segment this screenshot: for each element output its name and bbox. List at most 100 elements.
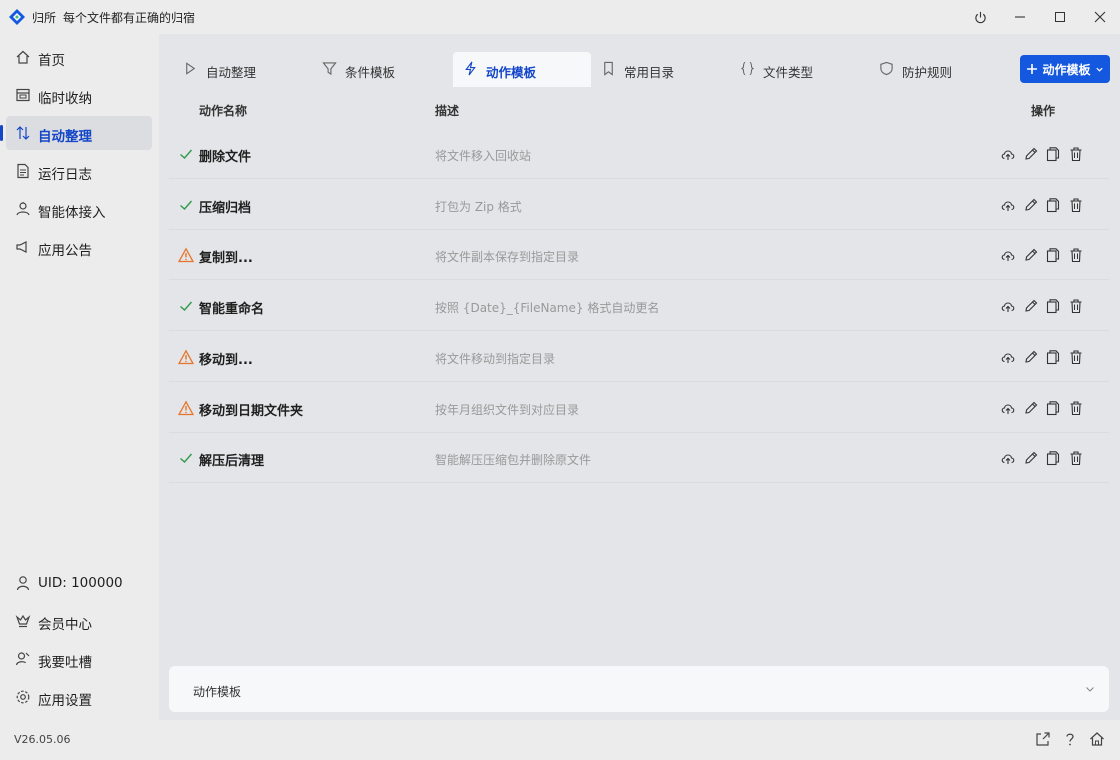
sidebar: 首页 临时收纳 自动整理 运行日志 智能体接入 应用公告 UID: 100000…: [0, 34, 158, 720]
action-description: 智能解压压缩包并删除原文件: [435, 453, 592, 468]
upload-icon[interactable]: [1000, 197, 1016, 213]
table-row[interactable]: 解压后清理 智能解压压缩包并删除原文件: [169, 433, 1109, 484]
tab-label: 文件类型: [763, 65, 814, 80]
edit-icon[interactable]: [1023, 400, 1039, 416]
braces-icon: [740, 61, 755, 76]
sidebar-item-settings[interactable]: 应用设置: [6, 680, 152, 714]
maximize-button[interactable]: [1040, 0, 1080, 34]
sort-icon: [16, 126, 30, 140]
tab-protection-rules[interactable]: 防护规则: [869, 52, 1009, 87]
check-icon: [178, 450, 194, 466]
action-name: 智能重命名: [199, 302, 265, 318]
sidebar-item-label: 运行日志: [38, 167, 92, 183]
table-row[interactable]: 压缩归档 打包为 Zip 格式: [169, 180, 1109, 230]
trash-icon[interactable]: [1068, 450, 1084, 466]
settings-icon: [16, 690, 30, 704]
action-template-panel[interactable]: 动作模板: [169, 666, 1109, 712]
tab-auto-organize[interactable]: 自动整理: [173, 52, 313, 87]
add-button-label: 动作模板: [1042, 62, 1091, 77]
user-icon: [16, 576, 30, 591]
check-icon: [178, 146, 194, 162]
feedback-icon: [15, 652, 30, 666]
trash-icon[interactable]: [1068, 146, 1084, 162]
sidebar-item-logs[interactable]: 运行日志: [6, 154, 152, 188]
sidebar-item-announce[interactable]: 应用公告: [6, 230, 152, 264]
power-icon: [974, 11, 986, 23]
tab-condition-templates[interactable]: 条件模板: [312, 52, 452, 87]
inbox-icon: [16, 88, 30, 102]
edit-icon[interactable]: [1023, 349, 1039, 365]
sidebar-item-uid[interactable]: UID: 100000: [6, 566, 152, 600]
close-button[interactable]: [1080, 0, 1120, 34]
sidebar-item-home[interactable]: 首页: [6, 40, 152, 74]
upload-icon[interactable]: [1000, 146, 1016, 162]
edit-icon[interactable]: [1023, 298, 1039, 314]
tab-action-templates[interactable]: 动作模板: [453, 52, 591, 87]
tab-label: 常用目录: [624, 65, 675, 80]
tab-label: 条件模板: [345, 65, 396, 80]
copy-icon[interactable]: [1045, 298, 1061, 314]
app-logo-icon: [8, 8, 26, 26]
panel-label: 动作模板: [193, 685, 242, 699]
minimize-button[interactable]: [1000, 0, 1040, 34]
plus-icon: [1027, 64, 1038, 74]
upload-icon[interactable]: [1000, 349, 1016, 365]
trash-icon[interactable]: [1068, 197, 1084, 213]
table-row[interactable]: 移动到日期文件夹 按年月组织文件到对应目录: [169, 383, 1109, 433]
trash-icon[interactable]: [1068, 400, 1084, 416]
edit-icon[interactable]: [1023, 450, 1039, 466]
share-icon[interactable]: [1034, 730, 1052, 748]
add-action-template-button[interactable]: 动作模板: [1020, 55, 1110, 83]
shield-icon: [880, 61, 893, 76]
bolt-icon: [465, 61, 476, 76]
tab-common-folders[interactable]: 常用目录: [591, 52, 731, 87]
upload-icon[interactable]: [1000, 400, 1016, 416]
maximize-icon: [1055, 12, 1065, 22]
edit-icon[interactable]: [1023, 247, 1039, 263]
agent-icon: [16, 202, 30, 216]
table-row[interactable]: 复制到... 将文件副本保存到指定目录: [169, 230, 1109, 281]
announce-icon: [16, 241, 27, 253]
power-button[interactable]: [960, 0, 1000, 34]
copy-icon[interactable]: [1045, 450, 1061, 466]
table-row[interactable]: 删除文件 将文件移入回收站: [169, 129, 1109, 179]
table-row[interactable]: 移动到... 将文件移动到指定目录: [169, 332, 1109, 382]
tab-file-types[interactable]: 文件类型: [730, 52, 870, 87]
table-row[interactable]: 智能重命名 按照 {Date}_{FileName} 格式自动更名: [169, 281, 1109, 332]
upload-icon[interactable]: [1000, 298, 1016, 314]
copy-icon[interactable]: [1045, 197, 1061, 213]
copy-icon[interactable]: [1045, 146, 1061, 162]
filter-icon: [322, 62, 337, 76]
action-name: 移动到...: [199, 352, 253, 368]
action-description: 按照 {Date}_{FileName} 格式自动更名: [435, 301, 660, 316]
home-icon: [16, 50, 30, 64]
sidebar-item-membership[interactable]: 会员中心: [6, 604, 152, 638]
crown-icon: [15, 614, 31, 628]
trash-icon[interactable]: [1068, 349, 1084, 365]
home-icon[interactable]: [1088, 730, 1106, 748]
copy-icon[interactable]: [1045, 400, 1061, 416]
action-description: 将文件移动到指定目录: [435, 351, 556, 366]
action-description: 打包为 Zip 格式: [435, 199, 522, 214]
action-name: 移动到日期文件夹: [199, 403, 304, 419]
trash-icon[interactable]: [1068, 298, 1084, 314]
sidebar-item-feedback[interactable]: 我要吐槽: [6, 642, 152, 676]
sidebar-item-agent[interactable]: 智能体接入: [6, 192, 152, 226]
copy-icon[interactable]: [1045, 349, 1061, 365]
sidebar-item-label: 智能体接入: [38, 205, 106, 221]
copy-icon[interactable]: [1045, 247, 1061, 263]
version-label: V26.05.06: [14, 733, 71, 746]
help-icon[interactable]: [1061, 730, 1079, 748]
sidebar-item-auto-organize[interactable]: 自动整理: [0, 116, 152, 150]
trash-icon[interactable]: [1068, 247, 1084, 263]
edit-icon[interactable]: [1023, 197, 1039, 213]
active-indicator: [0, 125, 3, 141]
title-bar: 归所 每个文件都有正确的归宿: [0, 0, 1120, 34]
action-name: 解压后清理: [199, 454, 265, 470]
edit-icon[interactable]: [1023, 146, 1039, 162]
sidebar-item-label: 临时收纳: [38, 91, 92, 107]
sidebar-item-inbox[interactable]: 临时收纳: [6, 78, 152, 112]
upload-icon[interactable]: [1000, 247, 1016, 263]
upload-icon[interactable]: [1000, 450, 1016, 466]
play-icon: [186, 62, 196, 75]
